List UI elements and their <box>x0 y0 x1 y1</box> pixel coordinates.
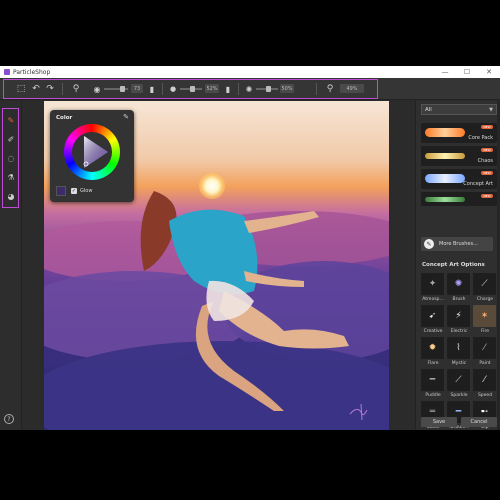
close-button[interactable]: ✕ <box>478 66 500 78</box>
pipette-icon[interactable]: ✎ <box>123 113 129 121</box>
option-fire[interactable]: ✶ Fire <box>473 305 497 337</box>
brush-card-concept-art[interactable]: NEW Concept Art <box>421 169 497 189</box>
grain-icon: ✺ <box>245 84 253 94</box>
help-icon[interactable]: ? <box>4 414 14 424</box>
color-wheel-icon[interactable]: ◕ <box>5 190 17 202</box>
color-panel: Color ✎ ✓ Glow <box>50 110 134 202</box>
size-value[interactable]: 73 <box>131 84 143 93</box>
size-slider[interactable] <box>104 86 128 92</box>
size-icon: ◉ <box>93 84 101 94</box>
glow-checkbox[interactable]: ✓ <box>71 188 77 194</box>
grain-slider[interactable] <box>256 86 278 92</box>
opacity-value[interactable]: 52% <box>205 84 219 93</box>
crop-icon[interactable]: ⬚ <box>14 82 28 96</box>
minimize-button[interactable]: — <box>434 66 456 78</box>
eraser-icon[interactable]: ✐ <box>5 133 17 145</box>
top-toolbar: ⬚ ↶ ↷ ⚲ ◉ 73 ▮ ● 52% ▮ ✺ 50% ⚲ 49% <box>0 78 500 100</box>
option-brush[interactable]: ✺ Brush <box>447 273 471 305</box>
opacity-icon: ● <box>169 85 177 93</box>
brush-icon: ✎ <box>424 239 434 249</box>
title-bar: ParticleShop — ☐ ✕ <box>0 66 500 78</box>
left-toolbar: ✎ ✐ ◌ ⚗ ◕ ? <box>0 101 22 430</box>
current-color-swatch[interactable] <box>56 186 66 196</box>
color-panel-title: Color <box>56 115 73 121</box>
options-title: Concept Art Options <box>422 262 485 268</box>
option-sparkle[interactable]: ⟋ Sparkle <box>447 369 471 401</box>
undo-icon[interactable]: ↶ <box>30 82 42 96</box>
option-atmosphere[interactable]: ✦ Atmosp... <box>421 273 445 305</box>
brush-tool-icon[interactable]: ⚲ <box>70 82 82 96</box>
zoom-icon[interactable]: ⚲ <box>324 82 336 96</box>
panel-footer: Save Cancel <box>421 417 497 427</box>
brush-card-more[interactable]: NEW <box>421 192 497 206</box>
redo-icon[interactable]: ↷ <box>44 82 56 96</box>
app-icon <box>4 69 10 75</box>
brush-icon[interactable]: ✎ <box>5 114 17 126</box>
color-triangle[interactable] <box>74 134 110 170</box>
option-creative[interactable]: ➹ Creative <box>421 305 445 337</box>
zoom-value[interactable]: 49% <box>340 84 364 93</box>
grain-value[interactable]: 50% <box>280 84 294 93</box>
option-charge[interactable]: ⟋ Charge <box>473 273 497 305</box>
option-electric[interactable]: ⚡ Electric <box>447 305 471 337</box>
more-brushes-button[interactable]: ✎ More Brushes... <box>421 237 493 251</box>
option-flare[interactable]: ✹ Flare <box>421 337 445 369</box>
brush-card-core-pack[interactable]: NEW Core Pack <box>421 123 497 143</box>
lasso-icon[interactable]: ◌ <box>5 152 17 164</box>
maximize-button[interactable]: ☐ <box>456 66 478 78</box>
window-title: ParticleShop <box>13 68 51 76</box>
eyedropper-icon[interactable]: ⚗ <box>5 171 17 183</box>
panel-gutter <box>389 101 415 430</box>
opacity-slider[interactable] <box>180 86 202 92</box>
artist-signature <box>349 403 368 421</box>
pressure-icon[interactable]: ▮ <box>148 82 156 96</box>
option-mystic[interactable]: ⌇ Mystic <box>447 337 471 369</box>
color-wheel[interactable] <box>64 124 120 180</box>
app-window: ParticleShop — ☐ ✕ ⬚ ↶ ↷ ⚲ ◉ 73 ▮ ● 52% … <box>0 66 500 430</box>
option-puddle[interactable]: ━ Puddle <box>421 369 445 401</box>
brush-category-dropdown[interactable]: All ▼ <box>421 104 497 115</box>
jumping-woman <box>140 191 349 411</box>
brush-card-chaos[interactable]: NEW Chaos <box>421 146 497 166</box>
brush-panel: All ▼ NEW Core Pack NEW Chaos NEW Concept… <box>415 101 500 430</box>
cancel-button[interactable]: Cancel <box>461 417 497 427</box>
option-paint[interactable]: ⁄ Paint <box>473 337 497 369</box>
save-button[interactable]: Save <box>421 417 457 427</box>
option-speed[interactable]: ⁄ Speed <box>473 369 497 401</box>
opacity-pressure-icon[interactable]: ▮ <box>224 82 232 96</box>
glow-label: Glow <box>80 188 93 194</box>
